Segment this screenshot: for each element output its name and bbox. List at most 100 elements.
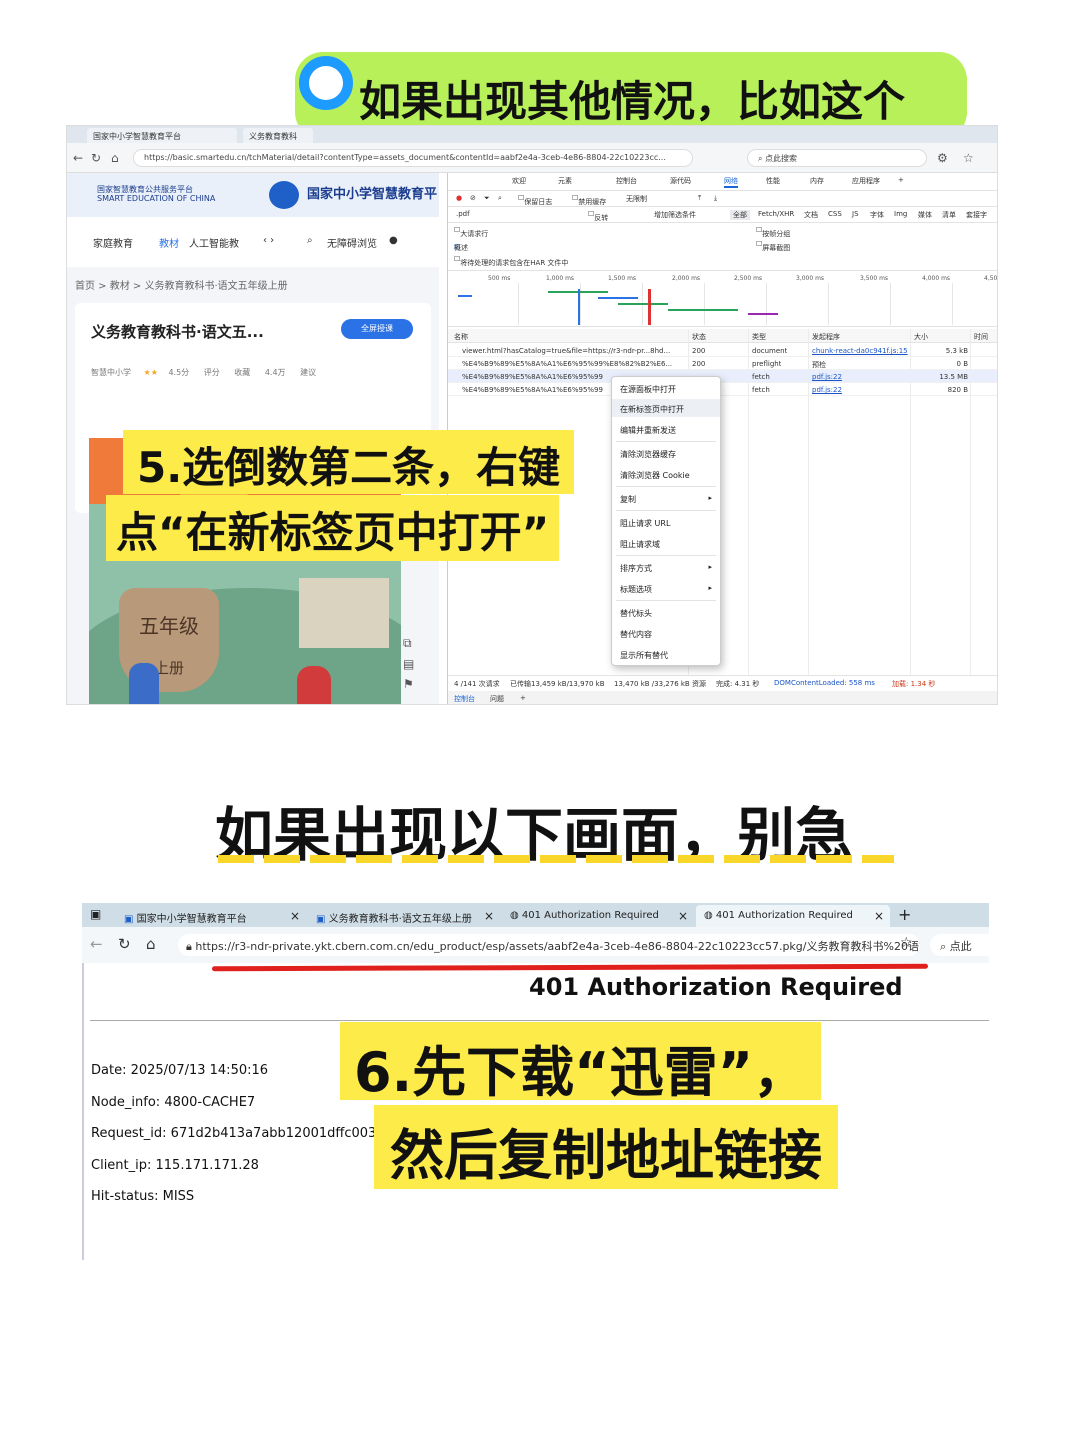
group-by-frame-checkbox[interactable]: ☐ 按帧分组 bbox=[756, 226, 790, 238]
drawer-tab-issues[interactable]: 问题 bbox=[490, 694, 504, 704]
type-font[interactable]: 字体 bbox=[870, 210, 884, 220]
upload-icon[interactable]: ⤒ bbox=[698, 194, 701, 203]
browser-tab[interactable]: ▣ 国家中小学智慧教育平台 × bbox=[116, 905, 306, 927]
record-icon[interactable]: ● bbox=[456, 194, 462, 202]
column-initiator[interactable]: 发起程序 bbox=[812, 332, 840, 342]
tab-console[interactable]: 控制台 bbox=[616, 176, 637, 186]
menu-block-domain[interactable]: 阻止请求域 bbox=[612, 534, 720, 552]
big-rows-checkbox[interactable]: ☐ 大请求行 bbox=[454, 226, 488, 238]
close-icon[interactable]: × bbox=[678, 909, 688, 923]
column-type[interactable]: 类型 bbox=[752, 332, 766, 342]
menu-block-url[interactable]: 阻止请求 URL bbox=[612, 513, 720, 531]
nav-family-education[interactable]: 家庭教育 bbox=[93, 235, 133, 250]
home-icon[interactable]: ⌂ bbox=[146, 935, 156, 953]
add-drawer-tab-icon[interactable]: + bbox=[520, 694, 526, 702]
type-css[interactable]: CSS bbox=[828, 210, 842, 218]
menu-clear-cache[interactable]: 清除浏览器缓存 bbox=[612, 444, 720, 462]
menu-open-in-new-tab[interactable]: 在新标签页中打开 bbox=[612, 399, 720, 417]
type-socket[interactable]: 套接字 bbox=[966, 210, 987, 220]
close-icon[interactable]: × bbox=[290, 909, 300, 923]
reload-icon[interactable]: ↻ bbox=[118, 935, 131, 953]
tab-actions-icon[interactable]: ▣ bbox=[90, 907, 101, 921]
menu-sort-by[interactable]: 排序方式 ▸ bbox=[612, 558, 720, 576]
feedback-icon[interactable]: ⚑ bbox=[403, 677, 429, 691]
table-row[interactable]: %E4%B9%89%E5%8A%A1%E6%95%99%E8%82%B2%E6.… bbox=[448, 357, 997, 370]
nav-textbook[interactable]: 教材 bbox=[159, 235, 179, 250]
back-icon[interactable]: ← bbox=[73, 151, 83, 165]
browser-tab[interactable]: 国家中小学智慧教育平台 bbox=[87, 128, 237, 143]
filter-input[interactable]: .pdf bbox=[456, 210, 470, 218]
add-tab-icon[interactable]: + bbox=[898, 176, 904, 184]
nav-accessibility[interactable]: 无障碍浏览 bbox=[327, 235, 377, 250]
suggest-link[interactable]: 建议 bbox=[300, 368, 316, 377]
menu-copy[interactable]: 复制 ▸ bbox=[612, 489, 720, 507]
search-field[interactable]: ⌕ 点此搜索 bbox=[747, 149, 927, 167]
type-doc[interactable]: 文档 bbox=[804, 210, 818, 220]
table-row[interactable]: %E4%B9%89%E5%8A%A1%E6%95%99 fetch pdf.js… bbox=[448, 370, 997, 383]
request-initiator[interactable]: pdf.js:22 bbox=[812, 373, 842, 381]
tab-application[interactable]: 应用程序 bbox=[852, 176, 880, 186]
screenshots-checkbox[interactable]: ☐ 屏幕截图 bbox=[756, 240, 790, 252]
home-icon[interactable]: ⌂ bbox=[111, 151, 119, 165]
type-img[interactable]: Img bbox=[894, 210, 907, 218]
close-icon[interactable]: × bbox=[874, 909, 884, 923]
url-field[interactable]: 🔒︎ https://r3-ndr-private.ykt.cbern.com.… bbox=[178, 934, 920, 956]
favorite-icon[interactable]: ☆ bbox=[900, 935, 913, 951]
invert-checkbox[interactable]: ☐ 反转 bbox=[588, 210, 608, 222]
type-fetch[interactable]: Fetch/XHR bbox=[758, 210, 794, 218]
disable-cache-checkbox[interactable]: ☐ 禁用缓存 bbox=[572, 194, 606, 206]
back-icon[interactable]: ← bbox=[90, 935, 103, 953]
har-checkbox[interactable]: ☐ 将待处理的请求包含在HAR 文件中 bbox=[454, 255, 568, 267]
tab-memory[interactable]: 内存 bbox=[810, 176, 824, 186]
column-name[interactable]: 名称 bbox=[454, 332, 468, 342]
menu-open-in-sources[interactable]: 在源面板中打开 bbox=[612, 379, 720, 397]
rate-link[interactable]: 评分 bbox=[204, 368, 220, 377]
type-js[interactable]: JS bbox=[852, 210, 859, 218]
search-icon[interactable]: ⌕ bbox=[307, 235, 313, 246]
browser-tab-active[interactable]: ◍ 401 Authorization Required × bbox=[696, 905, 890, 927]
throttle-select[interactable]: 无限制 bbox=[626, 194, 647, 204]
reload-icon[interactable]: ↻ bbox=[91, 151, 101, 165]
search-icon[interactable]: ⌕ bbox=[498, 194, 502, 203]
extensions-icon[interactable]: ⚙ bbox=[937, 151, 948, 165]
network-timeline[interactable]: 500 ms 1,000 ms 1,500 ms 2,000 ms 2,500 … bbox=[448, 271, 997, 327]
new-tab-icon[interactable]: + bbox=[898, 905, 911, 924]
column-time[interactable]: 时间 bbox=[974, 332, 988, 342]
preserve-log-checkbox[interactable]: ☐ 保留日志 bbox=[518, 194, 552, 206]
chevron-left-icon[interactable]: ‹ › bbox=[263, 235, 274, 246]
url-field[interactable]: https://basic.smartedu.cn/tchMaterial/de… bbox=[133, 149, 693, 167]
tab-performance[interactable]: 性能 bbox=[766, 176, 780, 186]
platform-name[interactable]: 国家中小学智慧教育平 bbox=[307, 183, 437, 202]
menu-override-headers[interactable]: 替代标头 bbox=[612, 603, 720, 621]
column-status[interactable]: 状态 bbox=[692, 332, 706, 342]
close-icon[interactable]: × bbox=[484, 909, 494, 923]
tab-sources[interactable]: 源代码 bbox=[670, 176, 691, 186]
smart-education-logo[interactable]: 国家智慧教育公共服务平台 SMART EDUCATION OF CHINA bbox=[97, 185, 215, 203]
menu-clear-cookies[interactable]: 清除浏览器 Cookie bbox=[612, 465, 720, 483]
avatar[interactable]: ● bbox=[389, 235, 398, 246]
clear-icon[interactable]: ⊘ bbox=[470, 194, 476, 202]
type-media[interactable]: 媒体 bbox=[918, 210, 932, 220]
request-initiator[interactable]: chunk-react-da0c941f.js:15 bbox=[812, 347, 908, 355]
tab-elements[interactable]: 元素 bbox=[558, 176, 572, 186]
add-filter-button[interactable]: 增加筛选条件 bbox=[654, 210, 696, 220]
filter-icon[interactable]: ⏷ bbox=[484, 194, 490, 203]
drawer-tab-console[interactable]: 控制台 bbox=[454, 694, 475, 704]
favorites-icon[interactable]: ☆ bbox=[963, 151, 974, 165]
fullscreen-teach-button[interactable]: 全屏授课 bbox=[341, 319, 413, 339]
type-manifest[interactable]: 清单 bbox=[942, 210, 956, 220]
request-initiator[interactable]: pdf.js:22 bbox=[812, 386, 842, 394]
favorite-link[interactable]: 收藏 bbox=[234, 368, 250, 377]
menu-show-all-overrides[interactable]: 显示所有替代 bbox=[612, 645, 720, 663]
menu-edit-resend[interactable]: 编辑并重新发送 bbox=[612, 420, 720, 438]
type-all[interactable]: 全部 bbox=[730, 210, 750, 220]
table-row[interactable]: %E4%B9%89%E5%8A%A1%E6%95%99 fetch pdf.js… bbox=[448, 383, 997, 396]
browser-tab[interactable]: ▣ 义务教育教科书·语文五年级上册 × bbox=[308, 905, 500, 927]
nav-ai-education[interactable]: 人工智能教 bbox=[189, 235, 239, 250]
browser-tab[interactable]: ◍ 401 Authorization Required × bbox=[502, 905, 694, 927]
browser-tab[interactable]: 义务教育教科 bbox=[243, 128, 313, 143]
column-size[interactable]: 大小 bbox=[914, 332, 928, 342]
tab-network[interactable]: 网络 bbox=[724, 176, 738, 188]
table-row[interactable]: viewer.html?hasCatalog=true&file=https:/… bbox=[448, 344, 997, 357]
download-icon[interactable]: ⤓ bbox=[714, 194, 717, 203]
